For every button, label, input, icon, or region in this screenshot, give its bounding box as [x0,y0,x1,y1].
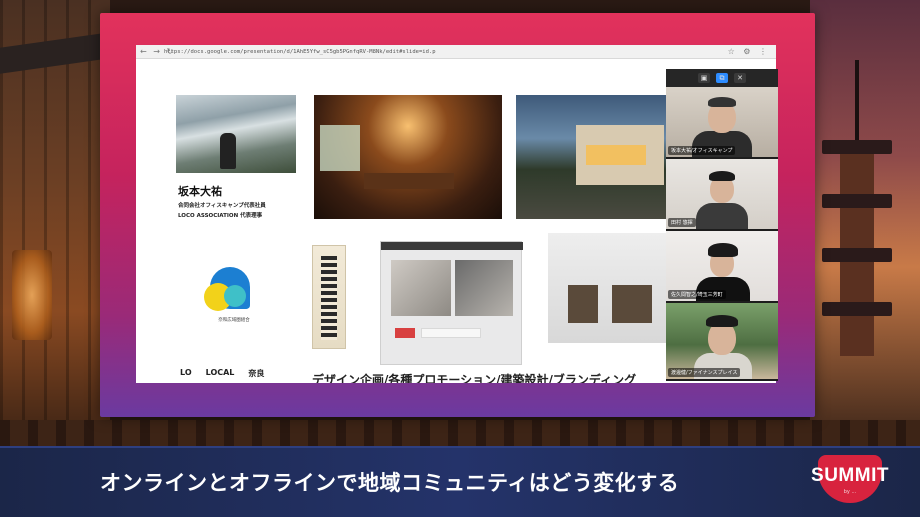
profile-titles: 合同会社オフィスキャンプ代表社員 LOCO ASSOCIATION 代表理事 [178,201,266,221]
video-call-panel: ▣ ⧉ ✕ 坂本大祐/オフィスキャンプ 田村 悠揮 佐久間智之/埼玉三芳町 渡邊… [666,69,778,381]
profile-title-2: LOCO ASSOCIATION 代表理事 [178,213,263,219]
background-left-building [0,0,110,445]
brand-item: LO [180,368,192,377]
close-icon[interactable]: ✕ [734,73,746,83]
brand-item: LOCAL [205,368,235,377]
summit-logo-word: SUMMIT [811,465,889,486]
brand-logos-row: LO LOCAL 奈良 [180,368,264,379]
person-figure [220,133,236,169]
services-text: デザイン企画/各種プロモーション/建築設計/ブランディング [312,373,637,383]
browser-url[interactable]: https://docs.google.com/presentation/d/1… [164,49,704,55]
video-call-toolbar: ▣ ⧉ ✕ [666,69,778,87]
profile-name: 坂本大祐 [178,185,222,198]
speaker-view-icon[interactable]: ⧉ [716,73,728,83]
browser-nav-icons[interactable]: ← → ↻ [140,47,175,56]
background-pagoda [822,60,892,380]
participant-name: 田村 悠揮 [668,218,696,227]
profile-photo [176,95,296,173]
gallery-view-icon[interactable]: ▣ [698,73,710,83]
browser-extension-icons[interactable]: ☆ ⚙ ⋮ [728,47,770,56]
participant-name: 渡邊健/ファイナンスプレイス [668,368,741,377]
background-roof [0,32,110,74]
exterior-photo [516,95,668,219]
brand-item: 奈良 [248,369,265,378]
website-screenshot [380,241,523,365]
product-package-photo [312,245,346,349]
participant-name: 佐久間智之/埼玉三芳町 [668,290,726,299]
participant-tile[interactable]: 渡邊健/ファイナンスプレイス [666,303,778,381]
interior-photo [314,95,502,219]
background-right-sky [810,0,920,445]
summit-logo-sub: by ... [843,489,857,495]
participant-tile[interactable]: 佐久間智之/埼玉三芳町 [666,231,778,303]
session-title: オンラインとオフラインで地域コミュニティはどう変化する [100,471,680,495]
regional-logo-icon [200,267,260,315]
participant-tile[interactable]: 田村 悠揮 [666,159,778,231]
logo-caption: 奈和広域圏組合 [218,318,250,323]
profile-title-1: 合同会社オフィスキャンプ代表社員 [178,203,266,209]
participant-name: 坂本大祐/オフィスキャンプ [668,146,736,155]
browser-address-bar[interactable]: ← → ↻ https://docs.google.com/presentati… [136,45,776,59]
building-photo [548,233,668,343]
background-lantern [12,250,52,340]
participant-tile[interactable]: 坂本大祐/オフィスキャンプ [666,87,778,159]
summit-logo: SUMMIT by ... [798,453,902,505]
